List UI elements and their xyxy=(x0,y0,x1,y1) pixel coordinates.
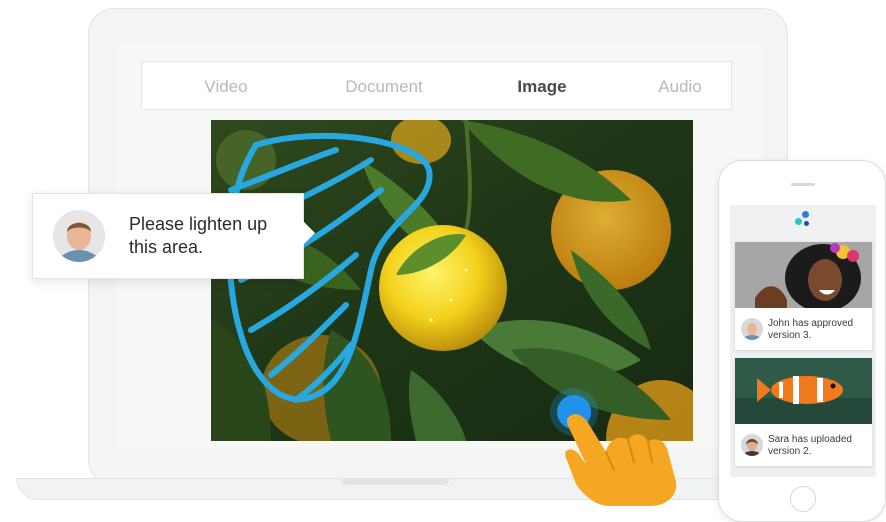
phone-device: John has approved version 3. Sara has up… xyxy=(718,160,886,522)
sara-avatar xyxy=(741,434,763,456)
tab-audio[interactable]: Audio xyxy=(620,62,740,109)
activity-card[interactable]: Sara has uploaded version 2. xyxy=(735,358,872,466)
activity-text: Sara has uploaded version 2. xyxy=(768,434,852,457)
home-button[interactable] xyxy=(790,486,816,512)
clownfish-photo xyxy=(735,358,872,424)
phone-speaker xyxy=(791,183,815,186)
comment-text: Please lighten up this area. xyxy=(129,214,268,257)
touch-hand-icon xyxy=(540,386,680,508)
activity-card[interactable]: John has approved version 3. xyxy=(735,242,872,350)
review-comment: Please lighten up this area. xyxy=(32,193,304,279)
laptop-notch xyxy=(340,478,450,485)
commenter-avatar xyxy=(53,210,105,262)
phone-screen: John has approved version 3. Sara has up… xyxy=(730,205,876,477)
tab-image[interactable]: Image xyxy=(482,62,602,109)
comment-pointer xyxy=(303,221,315,245)
media-type-tabbar: Video Document Image Audio xyxy=(141,61,732,110)
activity-text: John has approved version 3. xyxy=(768,318,854,341)
tab-document[interactable]: Document xyxy=(324,62,444,109)
john-avatar xyxy=(741,318,763,340)
tab-video[interactable]: Video xyxy=(166,62,286,109)
smiling-woman-photo xyxy=(735,242,872,308)
